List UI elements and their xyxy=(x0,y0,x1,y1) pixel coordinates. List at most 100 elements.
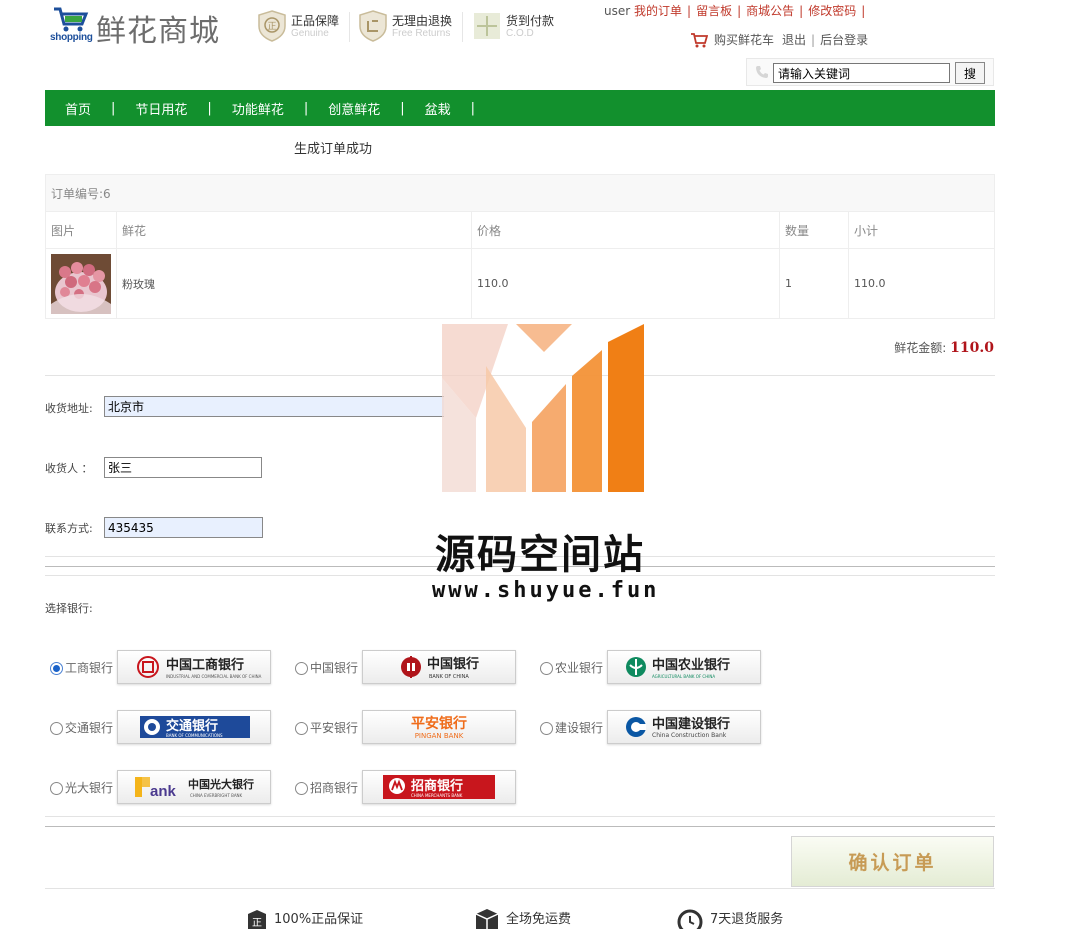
bank-logo-subtext: BANK OF CHINA xyxy=(429,674,469,680)
my-orders-link[interactable]: 我的订单 xyxy=(634,4,682,18)
badge-subtitle: C.O.D xyxy=(506,28,534,39)
bank-radio[interactable] xyxy=(295,722,308,735)
product-image[interactable] xyxy=(51,253,111,314)
icbc-logo-icon: 中国工商银行 INDUSTRIAL AND COMMERCIAL BANK OF… xyxy=(137,656,262,679)
order-table: 订单编号:6 图片 鲜花 价格 数量 小计 粉玫瑰 110.0 1 110.0 xyxy=(45,174,995,319)
divider xyxy=(349,12,350,42)
address-field[interactable] xyxy=(104,396,444,417)
bank-logo-subtext: CHINA EVERBRIGHT BANK xyxy=(190,793,243,798)
contact-field[interactable] xyxy=(104,517,263,538)
announcement-link[interactable]: 商城公告 xyxy=(746,4,794,18)
bank-name: 农业银行 xyxy=(555,661,604,675)
svg-text:ank: ank xyxy=(150,783,177,800)
nav-home[interactable]: 首页 xyxy=(65,99,91,118)
phone-icon xyxy=(756,66,768,78)
badge-genuine: 正 正品保障 Genuine xyxy=(257,8,353,46)
change-password-link[interactable]: 修改密码 xyxy=(808,4,856,18)
abc-logo[interactable]: 中国农业银行 AGRICULTURAL BANK OF CHINA xyxy=(607,650,761,684)
badge-returns: 无理由退换 Free Returns xyxy=(358,8,454,46)
ccb-logo[interactable]: 中国建设银行 China Construction Bank xyxy=(607,710,761,744)
badge-subtitle: Free Returns xyxy=(392,28,451,39)
cmb-logo[interactable]: 招商银行 CHINA MERCHANTS BANK xyxy=(362,770,516,804)
receiver-field[interactable] xyxy=(104,457,262,478)
search-input[interactable] xyxy=(773,63,950,83)
nav-creative-flowers[interactable]: 创意鲜花 xyxy=(328,99,380,118)
bank-logo-subtext: AGRICULTURAL BANK OF CHINA xyxy=(652,674,715,679)
pingan-logo[interactable]: 平安银行 PINGAN BANK xyxy=(362,710,516,744)
nav-functional-flowers[interactable]: 功能鲜花 xyxy=(232,99,284,118)
logout-link[interactable]: 退出 xyxy=(782,31,806,48)
genuine-icon: 正 xyxy=(248,910,266,929)
ccb-logo-icon: 中国建设银行 China Construction Bank xyxy=(626,716,730,739)
bank-radio[interactable] xyxy=(50,782,63,795)
bank-name: 交通银行 xyxy=(65,721,114,735)
bank-radio[interactable] xyxy=(295,662,308,675)
bank-logo-text: 中国农业银行 xyxy=(652,657,730,673)
contact-label: 联系方式: xyxy=(45,522,93,535)
cart-link[interactable]: 购买鲜花车 xyxy=(714,31,774,48)
bank-name: 中国银行 xyxy=(310,661,359,675)
bank-option-abc[interactable]: 农业银行 中国农业银行 AGRICULTURAL BANK OF CHINA xyxy=(535,650,775,684)
col-flower: 鲜花 xyxy=(116,211,472,249)
brand-logo[interactable]: shopping 鲜花商城 xyxy=(48,4,230,49)
admin-login-link[interactable]: 后台登录 xyxy=(820,31,868,48)
bank-name: 平安银行 xyxy=(310,721,359,735)
bank-logo-subtext: INDUSTRIAL AND COMMERCIAL BANK OF CHINA xyxy=(166,674,262,679)
bank-option-icbc[interactable]: 工商银行 中国工商银行 INDUSTRIAL AND COMMERCIAL BA… xyxy=(45,650,285,684)
product-name: 粉玫瑰 xyxy=(116,248,472,319)
bank-option-ccb[interactable]: 建设银行 中国建设银行 China Construction Bank xyxy=(535,710,775,744)
bank-radio[interactable] xyxy=(540,722,553,735)
bank-option-ceb[interactable]: 光大银行 ank 中国光大银行 CHINA EVERBRIGHT BANK xyxy=(45,770,285,804)
cod-icon xyxy=(474,13,500,39)
confirm-order-button[interactable]: 确认订单 xyxy=(791,836,994,887)
badge-cod: 货到付款 C.O.D xyxy=(472,8,568,46)
ceb-logo[interactable]: ank 中国光大银行 CHINA EVERBRIGHT BANK xyxy=(117,770,271,804)
bank-logo-text: 中国工商银行 xyxy=(166,657,244,673)
search-bar: 搜 xyxy=(746,58,994,86)
col-image: 图片 xyxy=(45,211,117,249)
footer-label: 100%正品保证 xyxy=(274,912,364,927)
success-message: 生成订单成功 xyxy=(294,142,373,157)
bank-option-pingan[interactable]: 平安银行 平安银行 PINGAN BANK xyxy=(290,710,530,744)
watermark-url: www.shuyue.fun xyxy=(432,578,660,603)
divider xyxy=(45,888,995,889)
boc-logo-icon: 中国银行 BANK OF CHINA xyxy=(401,656,479,680)
divider xyxy=(45,816,995,817)
bocom-logo-icon: 交通银行 BANK OF COMMUNICATIONS xyxy=(140,716,250,738)
footer-returns: 7天退货服务 xyxy=(676,908,783,929)
bank-radio[interactable] xyxy=(50,722,63,735)
boc-logo[interactable]: 中国银行 BANK OF CHINA xyxy=(362,650,516,684)
bank-radio[interactable] xyxy=(540,662,553,675)
product-image-cell xyxy=(45,248,117,319)
total-value: 110.0 xyxy=(950,340,994,356)
cart-icon xyxy=(691,32,708,47)
cmb-logo-icon: 招商银行 CHINA MERCHANTS BANK xyxy=(383,775,495,799)
bank-option-cmb[interactable]: 招商银行 招商银行 CHINA MERCHANTS BANK xyxy=(290,770,530,804)
divider xyxy=(45,375,995,376)
bank-logo-text: 平安银行 xyxy=(411,715,467,732)
nav-holiday-flowers[interactable]: 节日用花 xyxy=(135,99,187,118)
bank-option-bocom[interactable]: 交通银行 交通银行 BANK OF COMMUNICATIONS xyxy=(45,710,285,744)
badge-subtitle: Genuine xyxy=(291,28,329,39)
abc-logo-icon: 中国农业银行 AGRICULTURAL BANK OF CHINA xyxy=(626,657,730,679)
footer-free-shipping: 全场免运费 xyxy=(474,908,571,929)
pingan-logo-icon: 平安银行 PINGAN BANK xyxy=(411,715,467,740)
col-subtotal: 小计 xyxy=(848,211,995,249)
genuine-shield-icon: 正 xyxy=(258,10,286,42)
bank-label: 选择银行: xyxy=(45,602,93,615)
svg-text:正: 正 xyxy=(252,918,262,929)
footer-label: 全场免运费 xyxy=(506,912,572,927)
nav-potted-plants[interactable]: 盆栽 xyxy=(425,99,451,118)
table-row: 粉玫瑰 110.0 1 110.0 xyxy=(45,248,995,319)
guestbook-link[interactable]: 留言板 xyxy=(696,4,732,18)
bank-option-boc[interactable]: 中国银行 中国银行 BANK OF CHINA xyxy=(290,650,530,684)
bocom-logo[interactable]: 交通银行 BANK OF COMMUNICATIONS xyxy=(117,710,271,744)
receiver-label: 收货人 ： xyxy=(45,462,93,475)
footer-label: 7天退货服务 xyxy=(710,912,784,927)
username: user xyxy=(604,4,631,18)
icbc-logo[interactable]: 中国工商银行 INDUSTRIAL AND COMMERCIAL BANK OF… xyxy=(117,650,271,684)
search-button[interactable]: 搜 xyxy=(955,62,985,84)
bank-radio[interactable] xyxy=(50,662,63,675)
clock-icon xyxy=(677,909,703,929)
bank-radio[interactable] xyxy=(295,782,308,795)
